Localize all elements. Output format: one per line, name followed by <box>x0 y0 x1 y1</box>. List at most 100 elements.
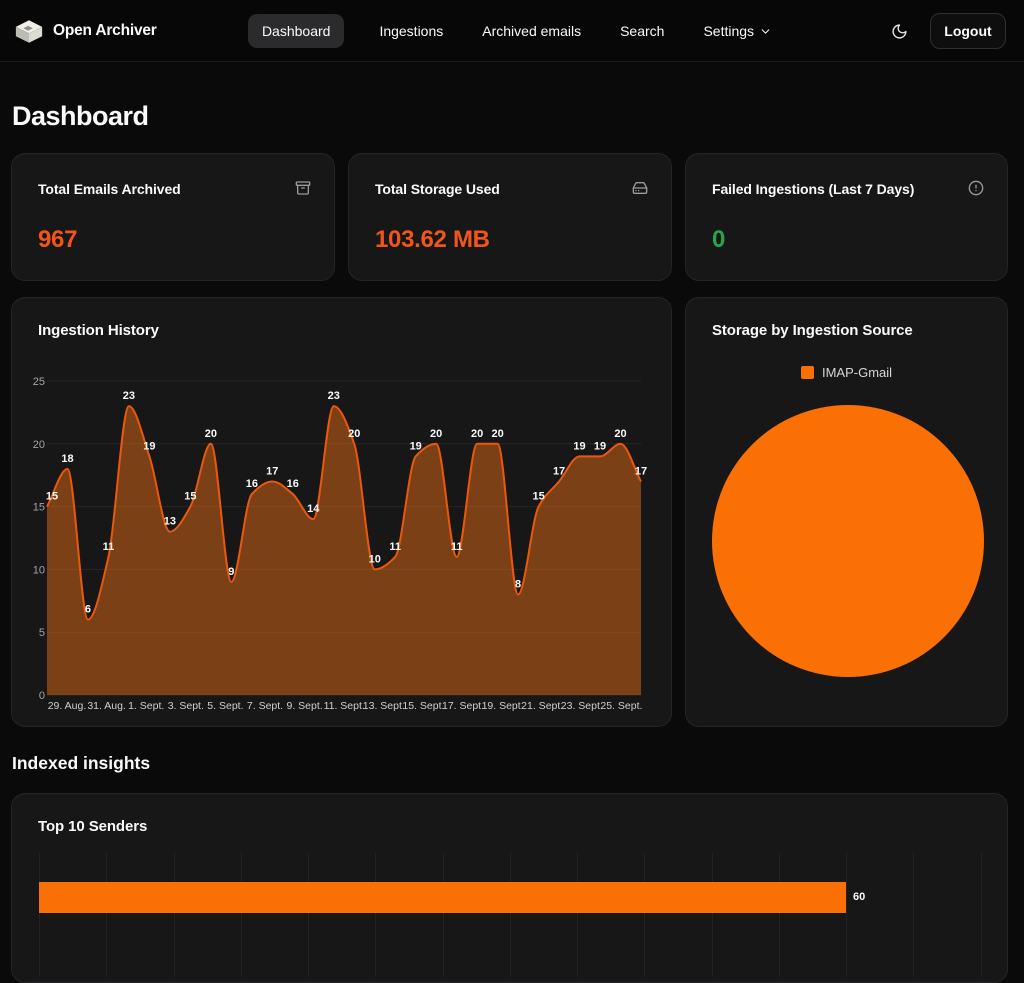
bar-gridline <box>443 853 444 977</box>
bar-gridline <box>981 853 982 977</box>
chevron-down-icon <box>759 25 772 38</box>
svg-text:15: 15 <box>33 502 45 514</box>
svg-text:20: 20 <box>33 439 45 451</box>
svg-text:11: 11 <box>389 541 401 553</box>
svg-text:3. Sept.: 3. Sept. <box>168 700 204 712</box>
top-senders-card: Top 10 Senders 60 <box>11 793 1008 983</box>
svg-text:7. Sept.: 7. Sept. <box>247 700 283 712</box>
sender-bar-value: 60 <box>853 891 865 903</box>
svg-text:1. Sept.: 1. Sept. <box>128 700 164 712</box>
svg-text:19: 19 <box>594 440 606 452</box>
bar-gridline <box>846 853 847 977</box>
stat-card-total-emails: Total Emails Archived 967 <box>11 153 335 281</box>
svg-text:8: 8 <box>515 579 521 591</box>
hard-drive-icon <box>632 180 648 201</box>
svg-text:23: 23 <box>328 390 340 402</box>
svg-text:15: 15 <box>46 491 58 503</box>
nav-item-dashboard[interactable]: Dashboard <box>248 14 345 48</box>
moon-icon <box>891 23 908 40</box>
ingestion-history-card: Ingestion History 0 5 10 15 20 25 15 18 6 11 23 19 1… <box>11 297 672 727</box>
svg-text:20: 20 <box>205 428 217 440</box>
svg-text:5. Sept.: 5. Sept. <box>207 700 243 712</box>
svg-text:17: 17 <box>553 465 565 477</box>
svg-text:19: 19 <box>410 440 422 452</box>
svg-text:20: 20 <box>471 428 483 440</box>
svg-text:18: 18 <box>61 453 73 465</box>
stat-value: 967 <box>38 226 77 254</box>
nav-right: Logout <box>891 0 1006 62</box>
svg-text:5: 5 <box>39 627 45 639</box>
pie-slice-imap-gmail[interactable] <box>712 405 984 677</box>
bar-gridline <box>779 853 780 977</box>
stat-card-total-storage: Total Storage Used 103.62 MB <box>348 153 672 281</box>
page-title: Dashboard <box>12 101 149 132</box>
sender-bar[interactable] <box>39 882 846 913</box>
svg-text:17: 17 <box>635 465 647 477</box>
logout-button[interactable]: Logout <box>930 13 1006 49</box>
nav-item-settings[interactable]: Settings <box>699 14 776 48</box>
svg-text:9: 9 <box>228 566 234 578</box>
svg-text:15: 15 <box>184 491 196 503</box>
svg-text:10: 10 <box>369 553 381 565</box>
theme-toggle-button[interactable] <box>891 23 908 40</box>
stat-title: Total Emails Archived <box>38 181 181 197</box>
svg-text:20: 20 <box>614 428 626 440</box>
bar-gridline <box>375 853 376 977</box>
svg-text:20: 20 <box>348 428 360 440</box>
bar-gridline <box>39 853 40 977</box>
nav-item-search[interactable]: Search <box>616 14 668 48</box>
nav-item-ingestions[interactable]: Ingestions <box>375 14 447 48</box>
svg-text:19. Sept.: 19. Sept. <box>482 700 524 712</box>
settings-label: Settings <box>703 23 754 39</box>
stat-value: 103.62 MB <box>375 226 490 254</box>
top-senders-title: Top 10 Senders <box>38 818 147 835</box>
bar-gridline <box>241 853 242 977</box>
stat-card-failed-ingestions: Failed Ingestions (Last 7 Days) 0 <box>685 153 1008 281</box>
bar-gridline <box>644 853 645 977</box>
storage-pie-chart[interactable] <box>686 298 1007 726</box>
svg-text:29. Aug.: 29. Aug. <box>48 700 87 712</box>
svg-text:13: 13 <box>164 516 176 528</box>
svg-text:15. Sept.: 15. Sept. <box>402 700 444 712</box>
navbar: Open Archiver Dashboard Ingestions Archi… <box>0 0 1024 62</box>
svg-text:14: 14 <box>307 503 320 515</box>
svg-text:17. Sept.: 17. Sept. <box>442 700 484 712</box>
svg-text:16: 16 <box>246 478 258 490</box>
alert-circle-icon <box>968 180 984 201</box>
stat-title: Total Storage Used <box>375 181 500 197</box>
bar-gridline <box>577 853 578 977</box>
svg-text:19: 19 <box>573 440 585 452</box>
svg-text:23. Sept.: 23. Sept. <box>561 700 603 712</box>
insights-heading: Indexed insights <box>12 753 150 774</box>
stat-value: 0 <box>712 226 725 254</box>
svg-text:10: 10 <box>33 564 45 576</box>
ingestion-history-area-chart[interactable]: 0 5 10 15 20 25 15 18 6 11 23 19 13 15 20 9 16 17 16 14 23 20… <box>12 355 671 727</box>
svg-text:17: 17 <box>266 465 278 477</box>
svg-text:25: 25 <box>33 376 45 388</box>
storage-by-source-card: Storage by Ingestion Source IMAP-Gmail <box>685 297 1008 727</box>
svg-text:9. Sept.: 9. Sept. <box>286 700 322 712</box>
svg-text:21. Sept.: 21. Sept. <box>521 700 563 712</box>
svg-text:11. Sept.: 11. Sept. <box>324 700 365 712</box>
svg-text:15: 15 <box>532 491 544 503</box>
nav-item-archived-emails[interactable]: Archived emails <box>478 14 585 48</box>
svg-text:16: 16 <box>287 478 299 490</box>
svg-text:13. Sept.: 13. Sept. <box>363 700 405 712</box>
bar-gridline <box>308 853 309 977</box>
stat-title: Failed Ingestions (Last 7 Days) <box>712 181 914 197</box>
svg-text:20: 20 <box>430 428 442 440</box>
svg-text:25. Sept.: 25. Sept. <box>600 700 642 712</box>
svg-text:23: 23 <box>123 390 135 402</box>
archive-icon <box>295 180 311 201</box>
svg-text:11: 11 <box>103 541 115 553</box>
ingestion-history-title: Ingestion History <box>38 322 159 339</box>
svg-text:31. Aug.: 31. Aug. <box>87 700 126 712</box>
svg-text:6: 6 <box>85 604 91 616</box>
bar-gridline <box>712 853 713 977</box>
svg-text:0: 0 <box>39 690 45 702</box>
bar-gridline <box>510 853 511 977</box>
svg-text:20: 20 <box>491 428 503 440</box>
bar-gridline <box>913 853 914 977</box>
main-nav: Dashboard Ingestions Archived emails Sea… <box>0 0 1024 62</box>
svg-text:19: 19 <box>143 440 155 452</box>
